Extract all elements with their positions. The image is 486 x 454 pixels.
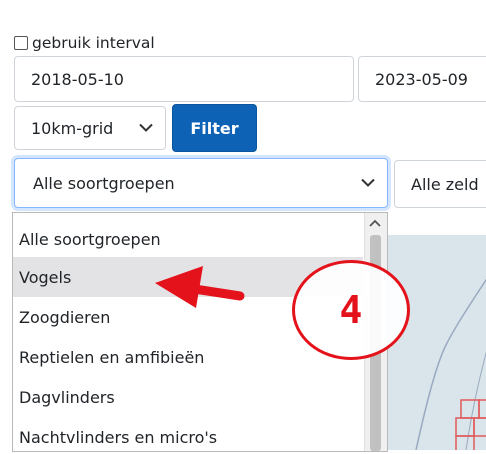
map-area[interactable]	[386, 235, 486, 454]
interval-checkbox-label: gebruik interval	[32, 34, 155, 52]
dropdown-option[interactable]: Nachtvlinders en micro's	[13, 417, 363, 451]
rarity-select[interactable]: Alle zeld	[394, 160, 486, 208]
species-group-select-value: Alle soortgroepen	[33, 173, 175, 193]
chevron-up-icon[interactable]	[369, 219, 381, 227]
rarity-select-value: Alle zeld	[411, 174, 479, 194]
interval-checkbox-row[interactable]: gebruik interval	[14, 30, 155, 56]
dropdown-option[interactable]: Alle soortgroepen	[13, 219, 363, 259]
interval-checkbox[interactable]	[14, 36, 28, 50]
dropdown-option-label: Zoogdieren	[19, 307, 111, 327]
map-graphic	[415, 278, 486, 454]
chevron-down-icon	[361, 178, 375, 187]
dropdown-option-label: Dagvlinders	[19, 387, 115, 407]
grid-select[interactable]: 10km-grid	[14, 106, 166, 150]
date-from-value: 2018-05-10	[31, 69, 124, 89]
filter-button[interactable]: Filter	[172, 104, 257, 152]
step-number-badge: 4	[292, 260, 410, 360]
dropdown-option[interactable]: Dagvlinders	[13, 377, 363, 417]
grid-select-value: 10km-grid	[31, 118, 114, 138]
dropdown-option-label: Vogels	[19, 267, 72, 287]
dropdown-option-label: Reptielen en amfibieën	[19, 347, 205, 367]
date-to-value: 2023-05-09	[375, 69, 468, 89]
chevron-down-icon	[139, 123, 153, 132]
species-group-select[interactable]: Alle soortgroepen	[14, 158, 388, 208]
dropdown-option-label: Nachtvlinders en micro's	[19, 427, 218, 447]
date-to-input[interactable]: 2023-05-09	[358, 56, 486, 102]
date-from-input[interactable]: 2018-05-10	[14, 56, 354, 102]
dropdown-option-label: Alle soortgroepen	[19, 229, 161, 249]
